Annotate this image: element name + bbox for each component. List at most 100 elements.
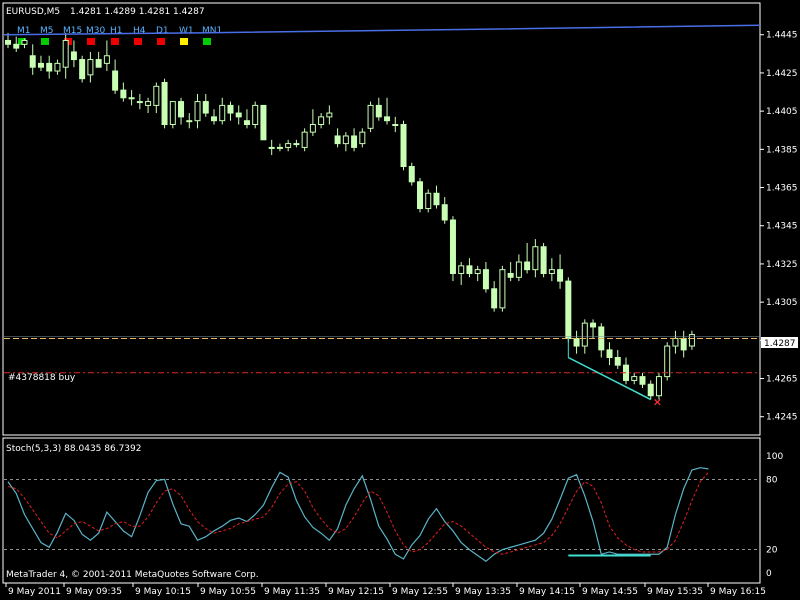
candle-body (243, 120, 250, 126)
candle-body (417, 181, 423, 210)
candle-body (227, 104, 234, 114)
candle-body (359, 131, 366, 145)
timeframe-status-h4 (134, 38, 142, 45)
candle-body (425, 192, 432, 210)
timeframe-label-w1: W1 (179, 26, 194, 36)
timeframe-label-h1: H1 (110, 26, 123, 36)
candle-body (13, 43, 20, 49)
time-tick-label: 9 May 12:15 (328, 587, 384, 597)
candle-body (235, 112, 242, 118)
candle-body (466, 265, 473, 274)
candle-body (5, 39, 11, 45)
chart-background (0, 0, 800, 600)
candle-body (565, 280, 572, 339)
price-tick-label: 1.4385 (766, 145, 798, 155)
time-tick-label: 9 May 09:35 (66, 587, 122, 597)
candle-body (384, 116, 391, 122)
candle-body (120, 89, 127, 99)
candle-body (639, 376, 646, 385)
candle-body (441, 204, 448, 221)
candle-body (540, 246, 547, 274)
stoch-level-label: 80 (766, 475, 778, 485)
price-tick-label: 1.4425 (766, 69, 798, 79)
price-tick-label: 1.4405 (766, 107, 798, 117)
candle-body (103, 55, 110, 64)
candle-body (70, 51, 77, 61)
candle-body (112, 70, 119, 91)
candle-body (46, 62, 53, 72)
candle-body (524, 261, 531, 271)
candle-body (532, 246, 539, 271)
candle-body (408, 166, 415, 183)
candle-body (631, 376, 638, 381)
price-tick-label: 1.4345 (766, 222, 798, 232)
price-tick-label: 1.4365 (766, 184, 798, 194)
chart-root: EURUSD,M5 1.4281 1.4289 1.4281 1.4287 M1… (0, 0, 800, 600)
candle-body (491, 288, 498, 309)
candle-body (392, 124, 399, 127)
candle-body (260, 104, 267, 141)
time-tick-label: 9 May 10:55 (200, 587, 256, 597)
candle-body (581, 322, 588, 347)
candle-body (301, 131, 308, 148)
price-tick-label: 1.4445 (766, 31, 798, 41)
candle-body (211, 116, 217, 122)
candle-body (21, 39, 28, 45)
price-tick-label: 1.4265 (766, 375, 798, 385)
candle-body (276, 146, 283, 149)
candle-body (169, 101, 176, 126)
timeframe-label-d1: D1 (156, 26, 169, 36)
candle-body (482, 269, 489, 290)
price-tick-label: 1.4325 (766, 260, 798, 270)
candle-body (194, 101, 201, 122)
time-tick-label: 9 May 14:15 (519, 587, 575, 597)
candle-body (79, 59, 86, 80)
stoch-level-label: 0 (766, 569, 772, 579)
candle-body (499, 269, 506, 309)
ohlc-label: 1.4281 1.4289 1.4281 1.4287 (70, 7, 205, 17)
candle-body (252, 104, 259, 126)
timeframe-label-mn1: MN1 (202, 26, 222, 36)
price-tick-label: 1.4245 (766, 413, 798, 423)
candle-body (664, 345, 671, 378)
time-tick-label: 9 May 10:15 (135, 587, 191, 597)
candle-body (318, 116, 325, 126)
candle-body (375, 104, 382, 118)
candle-body (161, 81, 168, 126)
candle-body (285, 143, 292, 148)
timeframe-status-m30 (87, 38, 95, 45)
candle-body (326, 112, 333, 118)
time-tick-label: 9 May 16:15 (710, 587, 766, 597)
candle-body (62, 39, 69, 68)
candle-body (367, 104, 374, 129)
stoch-level-label: 20 (766, 546, 778, 556)
candle-body (186, 120, 193, 123)
candle-body (145, 101, 152, 106)
timeframe-status-mn1 (203, 38, 211, 45)
candle-body (29, 55, 36, 68)
candle-body (153, 85, 160, 106)
candle-body (590, 322, 597, 328)
candle-body (655, 376, 662, 397)
candle-body (458, 265, 465, 274)
symbol-label: EURUSD,M5 (6, 7, 60, 17)
candle-body (515, 261, 522, 278)
candle-body (507, 272, 514, 278)
candle-body (178, 101, 185, 118)
candle-body (334, 135, 341, 145)
candle-body (672, 337, 679, 347)
candle-body (557, 269, 564, 282)
current-price-label: 1.4287 (764, 339, 796, 349)
candle-body (37, 62, 44, 68)
time-tick-label: 9 May 13:35 (455, 587, 511, 597)
candle-body (606, 349, 613, 359)
timeframe-status-m5 (41, 38, 49, 45)
time-tick-label: 9 May 12:55 (392, 587, 448, 597)
stoch-level-label: 100 (766, 452, 783, 462)
candle-body (614, 357, 621, 366)
candle-body (647, 383, 654, 397)
candle-body (136, 101, 143, 104)
candle-body (95, 59, 102, 68)
time-tick-label: 9 May 15:35 (647, 587, 703, 597)
price-tick-label: 1.4305 (766, 298, 798, 308)
